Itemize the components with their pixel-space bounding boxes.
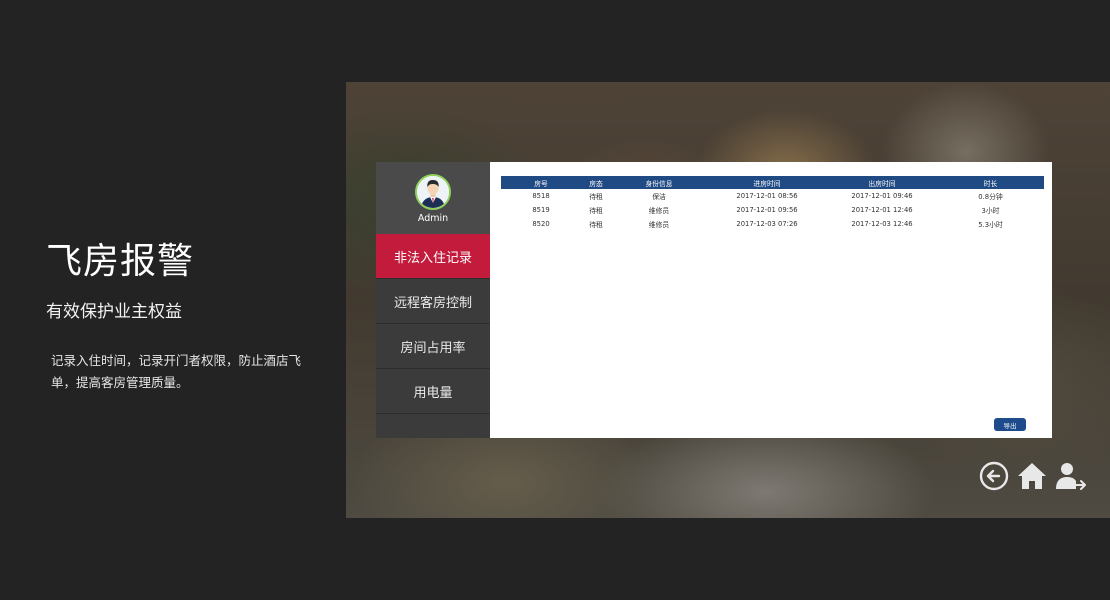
app-window: Admin 非法入住记录 远程客房控制 房间占用率 用电量 房号 房态 身份信息… <box>376 162 1052 438</box>
user-logout-icon[interactable] <box>1054 460 1086 492</box>
sidebar-item-label: 远程客房控制 <box>393 295 472 311</box>
sidebar-item-remote-control[interactable]: 远程客房控制 <box>376 279 490 324</box>
sidebar-item-label: 非法入住记录 <box>393 250 472 266</box>
table-cell: 8518 <box>532 192 550 200</box>
back-circle-icon[interactable] <box>978 460 1010 492</box>
table-cell: 8519 <box>532 206 550 214</box>
column-header: 时长 <box>937 176 1044 189</box>
table-row[interactable]: 8518 待租 保洁 2017-12-01 08:56 2017-12-01 0… <box>501 189 1044 203</box>
table-cell: 保洁 <box>652 193 666 201</box>
column-header: 身份信息 <box>611 176 707 189</box>
profile: Admin <box>376 162 490 234</box>
page-subtitle: 有效保护业主权益 <box>46 302 182 322</box>
table-row[interactable]: 8519 待租 维修员 2017-12-01 09:56 2017-12-01 … <box>501 203 1044 217</box>
avatar[interactable] <box>415 174 451 210</box>
table-cell: 2017-12-03 07:26 <box>736 220 798 228</box>
table-cell: 2017-12-03 12:46 <box>851 220 913 228</box>
sidebar-item-power-usage[interactable]: 用电量 <box>376 369 490 414</box>
profile-name: Admin <box>417 213 449 224</box>
table-cell: 3小时 <box>981 207 1000 215</box>
sidebar-item-label: 房间占用率 <box>400 340 466 356</box>
table-cell: 2017-12-01 12:46 <box>851 206 913 214</box>
records-table: 房号 房态 身份信息 进房时间 出房时间 时长 8518 待租 保洁 2017-… <box>501 176 1044 231</box>
column-header: 进房时间 <box>707 176 827 189</box>
sidebar-item-label: 用电量 <box>413 385 453 401</box>
column-header: 房号 <box>501 176 581 189</box>
table-cell: 维修员 <box>648 207 670 215</box>
home-icon[interactable] <box>1016 460 1048 492</box>
table-header-row: 房号 房态 身份信息 进房时间 出房时间 时长 <box>501 176 1044 189</box>
column-header: 房态 <box>581 176 611 189</box>
table-cell: 0.8分钟 <box>978 193 1003 201</box>
column-header: 出房时间 <box>827 176 937 189</box>
table-cell: 8520 <box>532 220 550 228</box>
table-cell: 5.3小时 <box>978 221 1003 229</box>
sidebar-item-occupancy[interactable]: 房间占用率 <box>376 324 490 369</box>
table-cell: 2017-12-01 08:56 <box>736 192 798 200</box>
table-cell: 2017-12-01 09:46 <box>851 192 913 200</box>
table-cell: 2017-12-01 09:56 <box>736 206 798 214</box>
corner-toolbar <box>978 460 1086 492</box>
page-title: 飞房报警 <box>46 241 195 282</box>
table-row[interactable]: 8520 待租 维修员 2017-12-03 07:26 2017-12-03 … <box>501 217 1044 231</box>
table-cell: 待租 <box>589 193 603 201</box>
table-cell: 维修员 <box>648 221 670 229</box>
table-cell: 待租 <box>589 221 603 229</box>
content-panel: 房号 房态 身份信息 进房时间 出房时间 时长 8518 待租 保洁 2017-… <box>490 162 1052 438</box>
sidebar-item-illegal-checkin[interactable]: 非法入住记录 <box>376 234 490 279</box>
feature-description: 记录入住时间，记录开门者权限，防止酒店飞单，提高客房管理质量。 <box>51 353 302 390</box>
export-button[interactable]: 导出 <box>994 418 1026 431</box>
table-cell: 待租 <box>589 207 603 215</box>
sidebar: Admin 非法入住记录 远程客房控制 房间占用率 用电量 <box>376 162 490 438</box>
